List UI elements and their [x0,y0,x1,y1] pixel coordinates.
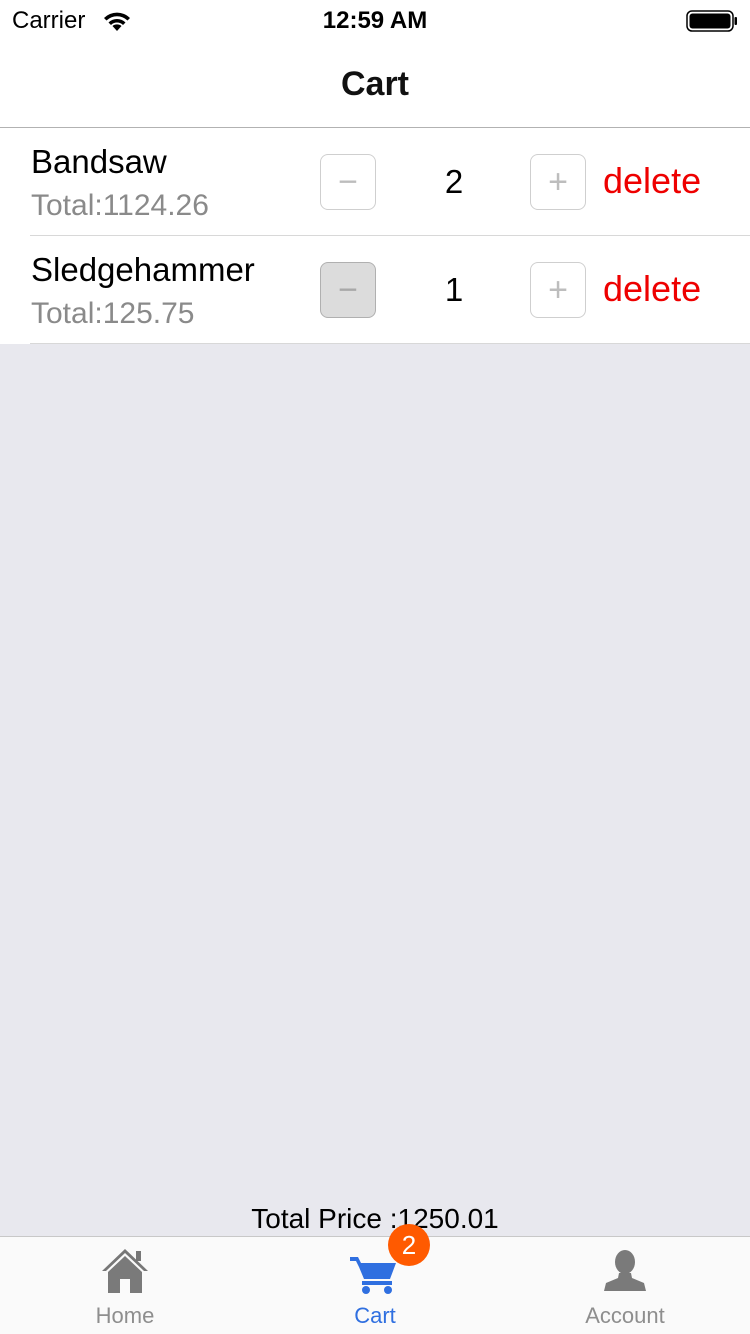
quantity-value: 2 [444,163,464,200]
item-total: Total:1124.26 [31,189,209,222]
decrement-button[interactable]: − [320,154,376,210]
cart-item-row: Sledgehammer Total:125.75 − 1 + delete [0,236,750,344]
tab-account[interactable]: Account [500,1237,750,1334]
item-total: Total:125.75 [31,297,195,330]
increment-button[interactable]: + [530,262,586,318]
increment-button[interactable]: + [530,154,586,210]
item-name: Sledgehammer [31,251,255,288]
delete-button[interactable]: delete [603,266,701,312]
cart-badge: 2 [388,1224,430,1266]
home-icon [102,1249,148,1293]
tab-home[interactable]: Home [0,1237,250,1334]
status-bar: Carrier 12:59 AM [0,0,750,40]
battery-icon [686,10,737,32]
tab-label: Account [585,1303,665,1328]
tab-label: Home [95,1303,155,1328]
page-title: Cart [340,65,410,103]
quantity-value: 1 [444,271,464,308]
tab-bar: Home Cart Account [0,1236,750,1334]
status-time: 12:59 AM [322,7,428,34]
account-icon [604,1250,646,1291]
cart-item-row: Bandsaw Total:1124.26 − 2 + delete [0,128,750,236]
navigation-bar: Cart [0,40,750,128]
tab-label: Cart [354,1303,396,1328]
decrement-button[interactable]: − [320,262,376,318]
item-name: Bandsaw [31,143,167,180]
row-divider [30,343,750,344]
total-price: Total Price :1250.01 [251,1203,499,1234]
delete-button[interactable]: delete [603,158,701,204]
cart-list: Bandsaw Total:1124.26 − 2 + delete Sledg… [0,128,750,344]
tab-cart[interactable]: Cart [250,1237,500,1334]
